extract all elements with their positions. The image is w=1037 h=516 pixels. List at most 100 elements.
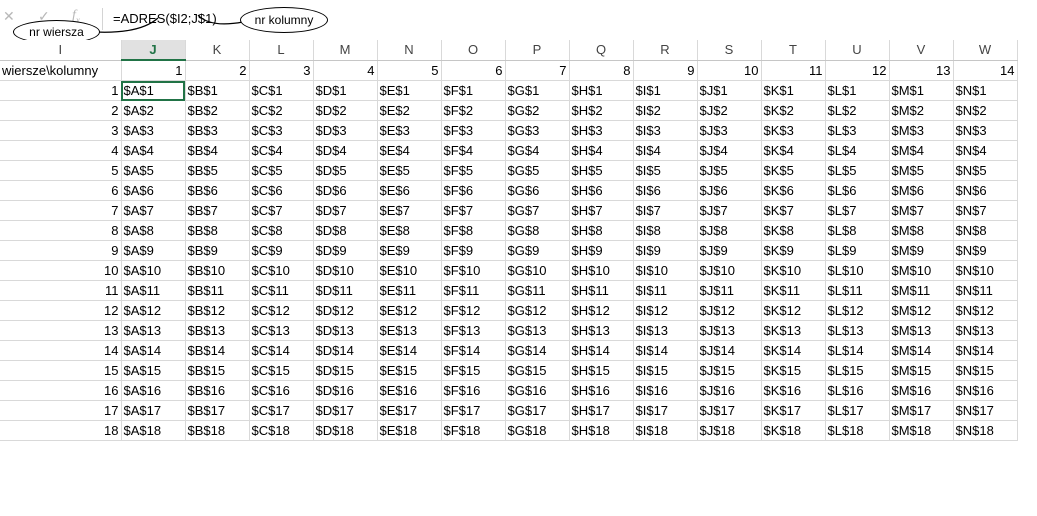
column-number-cell[interactable]: 10	[697, 60, 762, 81]
address-cell[interactable]: $H$10	[569, 260, 634, 281]
address-cell[interactable]: $C$4	[249, 140, 314, 161]
address-cell[interactable]: $L$7	[825, 200, 890, 221]
row-number-cell[interactable]: 12	[0, 300, 122, 321]
address-cell[interactable]: $C$12	[249, 300, 314, 321]
address-cell[interactable]: $M$5	[889, 160, 954, 181]
address-cell[interactable]: $I$4	[633, 140, 698, 161]
row-number-cell[interactable]: 1	[0, 80, 122, 101]
row-number-cell[interactable]: 7	[0, 200, 122, 221]
address-cell[interactable]: $D$11	[313, 280, 378, 301]
address-cell[interactable]: $B$7	[185, 200, 250, 221]
address-cell[interactable]: $D$15	[313, 360, 378, 381]
address-cell[interactable]: $J$6	[697, 180, 762, 201]
address-cell[interactable]: $A$10	[121, 260, 186, 281]
address-cell[interactable]: $B$17	[185, 400, 250, 421]
address-cell[interactable]: $C$18	[249, 420, 314, 441]
address-cell[interactable]: $E$17	[377, 400, 442, 421]
address-cell[interactable]: $B$3	[185, 120, 250, 141]
column-number-cell[interactable]: 14	[953, 60, 1018, 81]
address-cell[interactable]: $M$13	[889, 320, 954, 341]
address-cell[interactable]: $D$13	[313, 320, 378, 341]
address-cell[interactable]: $A$5	[121, 160, 186, 181]
address-cell[interactable]: $N$14	[953, 340, 1018, 361]
address-cell[interactable]: $D$3	[313, 120, 378, 141]
column-header-u[interactable]: U	[825, 40, 890, 61]
address-cell[interactable]: $A$13	[121, 320, 186, 341]
address-cell[interactable]: $H$14	[569, 340, 634, 361]
address-cell[interactable]: $G$12	[505, 300, 570, 321]
address-cell[interactable]: $G$7	[505, 200, 570, 221]
address-cell[interactable]: $L$3	[825, 120, 890, 141]
address-cell[interactable]: $J$14	[697, 340, 762, 361]
address-cell[interactable]: $I$18	[633, 420, 698, 441]
address-cell[interactable]: $L$18	[825, 420, 890, 441]
address-cell[interactable]: $I$6	[633, 180, 698, 201]
address-cell[interactable]: $J$4	[697, 140, 762, 161]
address-cell[interactable]: $H$8	[569, 220, 634, 241]
address-cell[interactable]: $K$18	[761, 420, 826, 441]
address-cell[interactable]: $H$1	[569, 80, 634, 101]
address-cell[interactable]: $E$13	[377, 320, 442, 341]
address-cell[interactable]: $F$17	[441, 400, 506, 421]
address-cell[interactable]: $G$11	[505, 280, 570, 301]
address-cell[interactable]: $I$15	[633, 360, 698, 381]
address-cell[interactable]: $F$7	[441, 200, 506, 221]
address-cell[interactable]: $I$3	[633, 120, 698, 141]
address-cell[interactable]: $J$15	[697, 360, 762, 381]
address-cell[interactable]: $L$6	[825, 180, 890, 201]
address-cell[interactable]: $E$9	[377, 240, 442, 261]
address-cell[interactable]: $K$12	[761, 300, 826, 321]
address-cell[interactable]: $F$4	[441, 140, 506, 161]
address-cell[interactable]: $D$16	[313, 380, 378, 401]
address-cell[interactable]: $L$9	[825, 240, 890, 261]
address-cell[interactable]: $N$5	[953, 160, 1018, 181]
address-cell[interactable]: $K$6	[761, 180, 826, 201]
address-cell[interactable]: $K$15	[761, 360, 826, 381]
address-cell[interactable]: $H$13	[569, 320, 634, 341]
address-cell[interactable]: $M$7	[889, 200, 954, 221]
address-cell[interactable]: $C$16	[249, 380, 314, 401]
address-cell[interactable]: $F$8	[441, 220, 506, 241]
address-cell[interactable]: $E$2	[377, 100, 442, 121]
address-cell[interactable]: $J$17	[697, 400, 762, 421]
address-cell[interactable]: $A$9	[121, 240, 186, 261]
address-cell[interactable]: $K$2	[761, 100, 826, 121]
address-cell[interactable]: $H$6	[569, 180, 634, 201]
address-cell[interactable]: $M$3	[889, 120, 954, 141]
address-cell[interactable]: $J$5	[697, 160, 762, 181]
address-cell[interactable]: $C$11	[249, 280, 314, 301]
address-cell[interactable]: $A$2	[121, 100, 186, 121]
row-number-cell[interactable]: 14	[0, 340, 122, 361]
address-cell[interactable]: $L$8	[825, 220, 890, 241]
address-cell[interactable]: $G$2	[505, 100, 570, 121]
address-cell[interactable]: $N$4	[953, 140, 1018, 161]
column-header-i[interactable]: I	[0, 40, 122, 61]
address-cell[interactable]: $D$2	[313, 100, 378, 121]
address-cell[interactable]: $B$5	[185, 160, 250, 181]
address-cell[interactable]: $F$3	[441, 120, 506, 141]
address-cell[interactable]: $A$15	[121, 360, 186, 381]
address-cell[interactable]: $N$10	[953, 260, 1018, 281]
address-cell[interactable]: $E$7	[377, 200, 442, 221]
address-cell[interactable]: $E$15	[377, 360, 442, 381]
address-cell[interactable]: $K$16	[761, 380, 826, 401]
address-cell[interactable]: $N$3	[953, 120, 1018, 141]
address-cell[interactable]: $I$5	[633, 160, 698, 181]
address-cell[interactable]: $D$9	[313, 240, 378, 261]
address-cell[interactable]: $E$5	[377, 160, 442, 181]
address-cell[interactable]: $B$9	[185, 240, 250, 261]
address-cell[interactable]: $M$11	[889, 280, 954, 301]
address-cell[interactable]: $G$6	[505, 180, 570, 201]
address-cell[interactable]: $F$6	[441, 180, 506, 201]
address-cell[interactable]: $M$16	[889, 380, 954, 401]
row-number-cell[interactable]: 4	[0, 140, 122, 161]
address-cell[interactable]: $G$17	[505, 400, 570, 421]
address-cell[interactable]: $M$2	[889, 100, 954, 121]
address-cell[interactable]: $I$12	[633, 300, 698, 321]
address-cell[interactable]: $L$1	[825, 80, 890, 101]
address-cell[interactable]: $G$9	[505, 240, 570, 261]
address-cell[interactable]: $N$16	[953, 380, 1018, 401]
address-cell[interactable]: $K$13	[761, 320, 826, 341]
address-cell[interactable]: $C$2	[249, 100, 314, 121]
address-cell[interactable]: $K$14	[761, 340, 826, 361]
